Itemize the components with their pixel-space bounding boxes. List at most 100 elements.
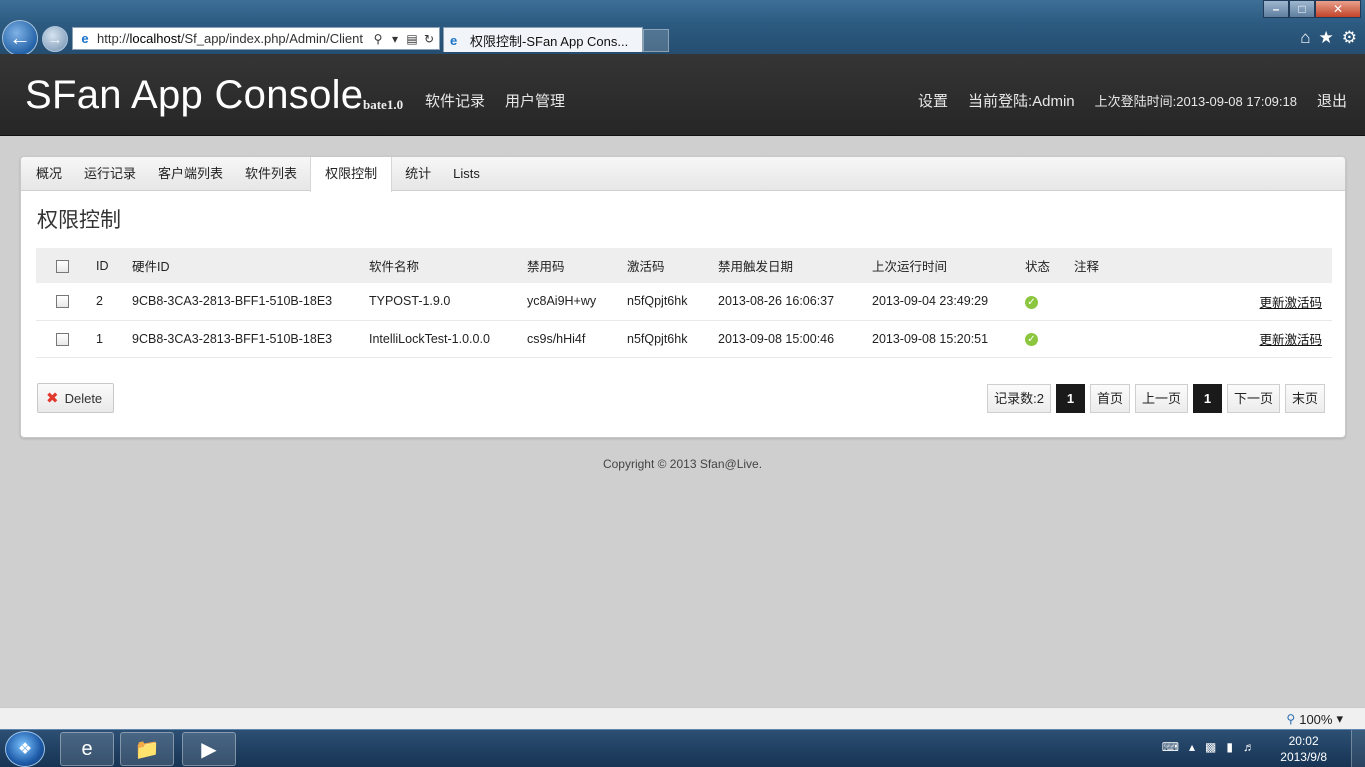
- table-header-row: ID 硬件ID 软件名称 禁用码 激活码 禁用触发日期 上次运行时间 状态 注释: [36, 248, 1332, 283]
- cell-ban-code: cs9s/hHi4f: [527, 331, 586, 346]
- tab-lists[interactable]: Lists: [442, 157, 491, 190]
- dropdown-icon[interactable]: ▾: [388, 31, 402, 47]
- windows-taskbar: ❖ e 📁 ▶ ⌨ ▴ ▩ ▮ ♬ 20:02 2013/9/8: [0, 729, 1365, 767]
- system-tray: ⌨ ▴ ▩ ▮ ♬: [1162, 740, 1255, 754]
- current-user-label: 当前登陆:Admin: [967, 93, 1075, 110]
- brand-title[interactable]: SFan App Console: [25, 73, 363, 118]
- favorites-star-icon[interactable]: ★: [1319, 28, 1334, 48]
- cell-ban-code: yc8Ai9H+wy: [527, 294, 597, 309]
- prev-page-button[interactable]: 上一页: [1134, 384, 1188, 413]
- cell-id: 1: [96, 331, 103, 346]
- cell-ban-date: 2013-09-08 15:00:46: [718, 331, 835, 346]
- total-pages: 1: [1055, 384, 1085, 413]
- back-button[interactable]: ←: [2, 20, 38, 56]
- tab-software-list[interactable]: 软件列表: [234, 157, 308, 190]
- current-page-button[interactable]: 1: [1192, 384, 1222, 413]
- last-page-button[interactable]: 末页: [1284, 384, 1325, 413]
- zoom-control[interactable]: ⚲ 100% ▾: [1286, 711, 1343, 727]
- next-page-button[interactable]: 下一页: [1226, 384, 1280, 413]
- permission-table: ID 硬件ID 软件名称 禁用码 激活码 禁用触发日期 上次运行时间 状态 注释…: [36, 248, 1332, 358]
- section-tabs: 概况 运行记录 客户端列表 软件列表 权限控制 统计 Lists: [21, 157, 1345, 192]
- start-button-icon[interactable]: ❖: [5, 731, 45, 767]
- status-ok-icon: ✓: [1025, 333, 1038, 346]
- home-icon[interactable]: ⌂: [1300, 28, 1310, 48]
- tab-statistics[interactable]: 统计: [394, 157, 442, 190]
- update-activation-code-link[interactable]: 更新激活码: [1259, 296, 1322, 310]
- tab-title: 权限控制-SFan App Cons...: [470, 33, 629, 49]
- logout-link[interactable]: 退出: [1317, 90, 1347, 111]
- tab-permission-control[interactable]: 权限控制: [310, 157, 393, 192]
- nav-software-records[interactable]: 软件记录: [425, 90, 485, 111]
- tab-favicon-icon: e: [450, 32, 458, 48]
- taskbar-ie-icon[interactable]: e: [60, 732, 114, 766]
- col-software-name[interactable]: 软件名称: [369, 248, 527, 283]
- footer-copyright: Copyright © 2013 Sfan@Live.: [602, 457, 763, 471]
- select-all-checkbox[interactable]: [56, 259, 69, 273]
- col-ban-code[interactable]: 禁用码: [527, 248, 627, 283]
- nav-user-management[interactable]: 用户管理: [505, 90, 565, 111]
- taskbar-clock[interactable]: 20:02 2013/9/8: [1280, 733, 1327, 765]
- col-note[interactable]: 注释: [1074, 248, 1194, 283]
- clock-time: 20:02: [1288, 734, 1319, 748]
- user-nav: 设置 当前登陆:Admin 上次登陆时间:2013-09-08 17:09:18…: [918, 90, 1347, 111]
- tab-overview[interactable]: 概况: [25, 157, 73, 190]
- col-last-run-time[interactable]: 上次运行时间: [872, 248, 1025, 283]
- taskbar-media-player-icon[interactable]: ▶: [182, 732, 236, 766]
- main-nav: 软件记录 用户管理: [425, 90, 565, 111]
- cell-note: [1074, 283, 1194, 320]
- refresh-icon[interactable]: ↻: [422, 31, 436, 47]
- cell-last-run: 2013-09-08 15:20:51: [872, 331, 989, 346]
- cell-activation-code: n5fQpjt6hk: [627, 331, 688, 346]
- pagination: 记录数:2 1 首页 上一页 1 下一页 末页: [987, 384, 1325, 413]
- record-count: 记录数:2: [987, 384, 1051, 413]
- volume-icon[interactable]: ♬: [1243, 740, 1255, 754]
- update-activation-code-link[interactable]: 更新激活码: [1259, 333, 1322, 347]
- close-icon[interactable]: ✕: [1315, 0, 1361, 18]
- new-tab-button[interactable]: [643, 29, 669, 52]
- zoom-magnifier-icon: ⚲: [1286, 712, 1296, 726]
- cell-activation-code: n5fQpjt6hk: [627, 294, 688, 309]
- search-icon[interactable]: ⚲: [371, 31, 385, 47]
- table-row: 1 9CB8-3CA3-2813-BFF1-510B-18E3 IntelliL…: [36, 320, 1332, 357]
- first-page-button[interactable]: 首页: [1089, 384, 1130, 413]
- browser-toolbar-icons: ⌂ ★ ⚙: [1300, 28, 1357, 48]
- settings-link[interactable]: 设置: [918, 90, 948, 111]
- row-checkbox[interactable]: [56, 332, 69, 346]
- browser-tab-active[interactable]: e 权限控制-SFan App Cons...: [443, 27, 643, 52]
- power-icon[interactable]: ▮: [1226, 740, 1233, 754]
- col-activation-code[interactable]: 激活码: [627, 248, 718, 283]
- row-checkbox[interactable]: [56, 295, 69, 309]
- tray-expand-icon[interactable]: ▴: [1189, 740, 1195, 754]
- compat-view-icon[interactable]: ▤: [405, 31, 419, 47]
- version-tag: bate1.0: [363, 97, 404, 112]
- col-ban-trigger-date[interactable]: 禁用触发日期: [718, 248, 872, 283]
- col-status[interactable]: 状态: [1025, 248, 1074, 283]
- show-desktop-button[interactable]: [1351, 730, 1365, 767]
- maximize-icon[interactable]: □: [1289, 0, 1315, 18]
- col-hardware-id[interactable]: 硬件ID: [132, 248, 369, 283]
- url-path: /Sf_app/index.php/Admin/Client: [180, 31, 363, 46]
- ie-favicon-icon: e: [81, 30, 89, 46]
- tab-client-list[interactable]: 客户端列表: [147, 157, 234, 190]
- last-login-label: 上次登陆时间:2013-09-08 17:09:18: [1094, 94, 1297, 109]
- forward-button[interactable]: →: [42, 26, 68, 52]
- clock-date: 2013/9/8: [1280, 750, 1327, 764]
- cell-software-name: IntelliLockTest-1.0.0.0: [369, 331, 490, 346]
- cell-last-run: 2013-09-04 23:49:29: [872, 294, 989, 309]
- col-id[interactable]: ID: [96, 248, 132, 283]
- minimize-icon[interactable]: –: [1263, 0, 1289, 18]
- keyboard-icon[interactable]: ⌨: [1162, 740, 1179, 754]
- status-ok-icon: ✓: [1025, 295, 1038, 309]
- address-bar[interactable]: e http://localhost/Sf_app/index.php/Admi…: [72, 27, 440, 50]
- delete-label: Delete: [64, 390, 103, 406]
- col-actions: [1194, 248, 1332, 283]
- tools-gear-icon[interactable]: ⚙: [1342, 28, 1357, 48]
- url-prefix: http://: [97, 31, 130, 46]
- tab-run-records[interactable]: 运行记录: [73, 157, 147, 190]
- network-icon[interactable]: ▩: [1205, 740, 1216, 754]
- address-url[interactable]: http://localhost/Sf_app/index.php/Admin/…: [97, 31, 371, 46]
- page-title: 权限控制: [37, 209, 121, 232]
- zoom-dropdown-icon[interactable]: ▾: [1336, 711, 1343, 727]
- taskbar-explorer-icon[interactable]: 📁: [120, 732, 174, 766]
- delete-button[interactable]: ✖ Delete: [37, 383, 114, 413]
